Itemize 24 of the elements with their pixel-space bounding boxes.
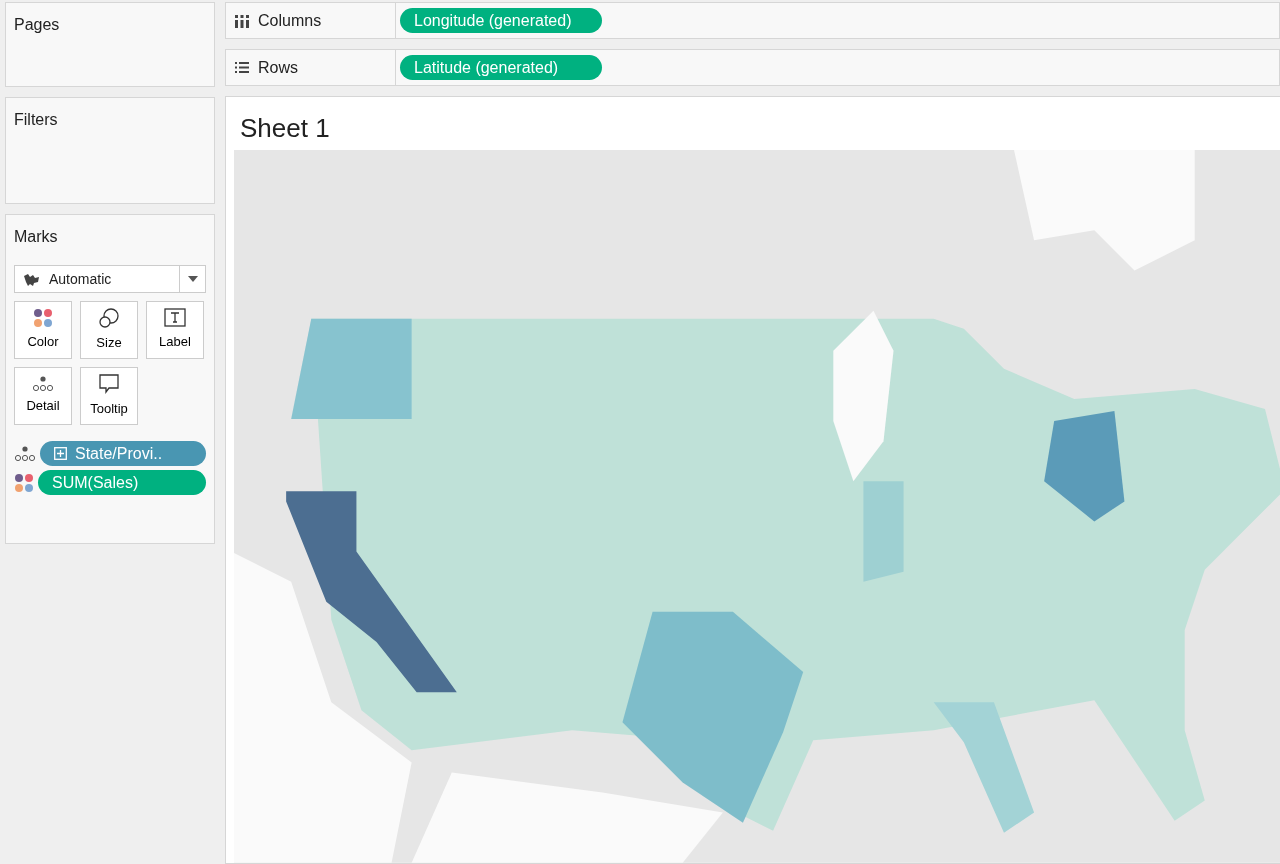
mark-type-dropdown[interactable]: Automatic: [14, 265, 206, 293]
speech-bubble-icon: [98, 373, 120, 396]
label-button[interactable]: Label: [146, 301, 204, 359]
panel-title: Filters: [14, 110, 59, 130]
size-button[interactable]: Size: [80, 301, 138, 359]
panel-title: Marks: [14, 227, 59, 247]
color-dots-icon: [14, 472, 34, 493]
caret-icon: [187, 276, 198, 282]
shelf-label: Rows: [258, 57, 298, 78]
text-icon: [164, 308, 186, 329]
dropdown-value: Automatic: [49, 269, 112, 289]
detail-button[interactable]: Detail: [14, 367, 72, 425]
circles-icon: [98, 307, 120, 330]
color-dots-icon: [33, 308, 53, 329]
rows-icon: [234, 61, 250, 74]
detail-dots-icon: [32, 376, 54, 393]
shelf-label: Columns: [258, 10, 322, 31]
sheet-title: Sheet 1: [239, 112, 331, 145]
panel-title: Pages: [14, 15, 61, 35]
columns-icon: [234, 13, 250, 28]
color-button[interactable]: Color: [14, 301, 72, 359]
detail-dots-icon: [14, 445, 36, 462]
tooltip-button[interactable]: Tooltip: [80, 367, 138, 425]
map-icon: [23, 272, 41, 286]
